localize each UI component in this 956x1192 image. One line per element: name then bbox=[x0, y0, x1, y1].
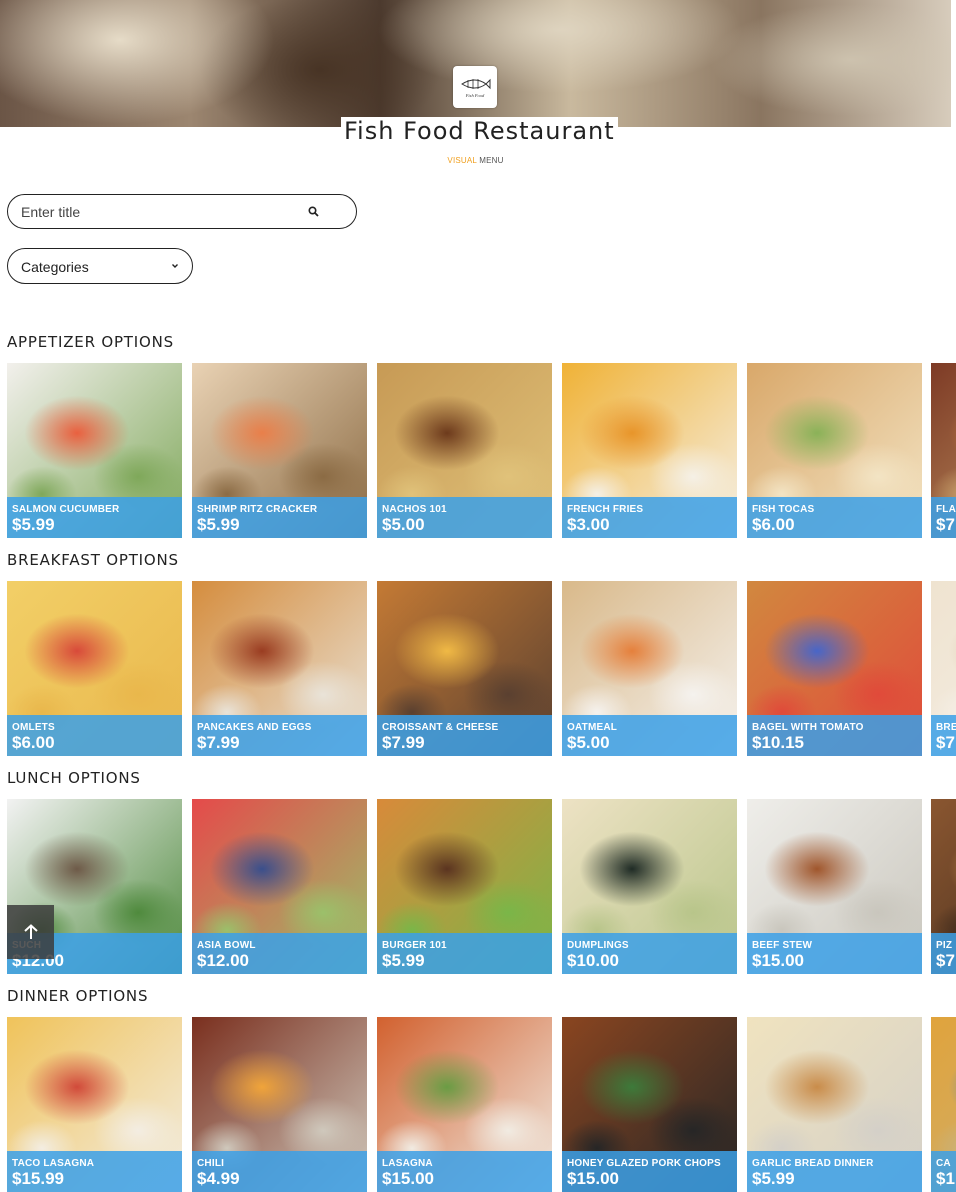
item-name: OMLETS bbox=[12, 722, 55, 733]
item-price: $15.00 bbox=[752, 951, 804, 970]
menu-item-card[interactable]: BURGER 101 $5.99 bbox=[377, 799, 552, 974]
item-name: FLA bbox=[936, 504, 956, 515]
search-icon[interactable] bbox=[307, 205, 321, 219]
menu-item-card[interactable]: SALMON CUCUMBER $5.99 bbox=[7, 363, 182, 538]
menu-item-card[interactable]: BEEF STEW $15.00 bbox=[747, 799, 922, 974]
item-name: LASAGNA bbox=[382, 1158, 433, 1169]
menu-item-card[interactable]: FRENCH FRIES $3.00 bbox=[562, 363, 737, 538]
menu-item-card[interactable]: LASAGNA $15.00 bbox=[377, 1017, 552, 1192]
item-price: $5.99 bbox=[12, 515, 55, 534]
item-price: $5.99 bbox=[382, 951, 425, 970]
page-subtitle: VISUAL MENU bbox=[0, 156, 951, 165]
menu-item-card[interactable]: ASIA BOWL $12.00 bbox=[192, 799, 367, 974]
menu-item-card[interactable]: PANCAKES AND EGGS $7.99 bbox=[192, 581, 367, 756]
menu-row: SALMON CUCUMBER $5.99 SHRIMP RITZ CRACKER $… bbox=[7, 363, 956, 538]
item-name: ASIA BOWL bbox=[197, 940, 256, 951]
item-price: $4.99 bbox=[197, 1169, 240, 1188]
item-name: GARLIC BREAD DINNER bbox=[752, 1158, 874, 1169]
menu-item-card[interactable]: CHILI $4.99 bbox=[192, 1017, 367, 1192]
item-name: PIZ bbox=[936, 940, 953, 951]
fish-logo-icon: Fish Food bbox=[461, 78, 491, 98]
item-price: $5.00 bbox=[567, 733, 610, 752]
menu-item-card[interactable]: NACHOS 101 $5.00 bbox=[377, 363, 552, 538]
item-name: CROISSANT & CHEESE bbox=[382, 722, 499, 733]
item-price: $5.99 bbox=[197, 515, 240, 534]
menu-item-card[interactable]: CA $1 bbox=[931, 1017, 956, 1192]
restaurant-logo[interactable]: Fish Food bbox=[453, 66, 497, 108]
item-name: CHILI bbox=[197, 1158, 225, 1169]
item-name: BEEF STEW bbox=[752, 940, 813, 951]
item-price: $10.15 bbox=[752, 733, 804, 752]
scroll-to-top-button[interactable] bbox=[7, 905, 54, 959]
item-name: DUMPLINGS bbox=[567, 940, 629, 951]
item-price: $7.99 bbox=[382, 733, 425, 752]
item-price: $5.99 bbox=[752, 1169, 795, 1188]
page-title: Fish Food Restaurant bbox=[341, 117, 618, 145]
item-price: $15.99 bbox=[12, 1169, 64, 1188]
menu-item-card[interactable]: OATMEAL $5.00 bbox=[562, 581, 737, 756]
item-price: $3.00 bbox=[567, 515, 610, 534]
chevron-down-icon bbox=[172, 264, 178, 268]
arrow-up-icon bbox=[23, 924, 38, 939]
categories-selected: Categories bbox=[21, 259, 89, 275]
section-title: DINNER OPTIONS bbox=[7, 987, 149, 1005]
item-price: $7 bbox=[936, 515, 955, 534]
item-price: $5.00 bbox=[382, 515, 425, 534]
item-name: BRE bbox=[936, 722, 956, 733]
item-name: NACHOS 101 bbox=[382, 504, 447, 515]
menu-item-card[interactable]: BAGEL WITH TOMATO $10.15 bbox=[747, 581, 922, 756]
menu-item-card[interactable]: OMLETS $6.00 bbox=[7, 581, 182, 756]
section-title: LUNCH OPTIONS bbox=[7, 769, 141, 787]
item-name: SHRIMP RITZ CRACKER bbox=[197, 504, 318, 515]
item-name: FISH TOCAS bbox=[752, 504, 815, 515]
item-name: SALMON CUCUMBER bbox=[12, 504, 120, 515]
item-price: $15.00 bbox=[382, 1169, 434, 1188]
menu-item-card[interactable]: FISH TOCAS $6.00 bbox=[747, 363, 922, 538]
item-name: BAGEL WITH TOMATO bbox=[752, 722, 864, 733]
search-input[interactable] bbox=[21, 203, 291, 221]
menu-item-card[interactable]: TACO LASAGNA $15.99 bbox=[7, 1017, 182, 1192]
item-name: CA bbox=[936, 1158, 951, 1169]
menu-row: TACO LASAGNA $15.99 CHILI $4.99 LASAGNA $15.0… bbox=[7, 1017, 956, 1192]
menu-item-card[interactable]: GARLIC BREAD DINNER $5.99 bbox=[747, 1017, 922, 1192]
section-title: APPETIZER OPTIONS bbox=[7, 333, 174, 351]
item-name: HONEY GLAZED PORK CHOPS bbox=[567, 1158, 721, 1169]
item-price: $15.00 bbox=[567, 1169, 619, 1188]
section-title: BREAKFAST OPTIONS bbox=[7, 551, 179, 569]
item-name: OATMEAL bbox=[567, 722, 618, 733]
search-box bbox=[7, 194, 357, 229]
menu-row: SUCH$12.00ASIA BOWL$12.00BURGER 101$5.99… bbox=[7, 799, 956, 974]
item-price: $10.00 bbox=[567, 951, 619, 970]
item-price: $6.00 bbox=[12, 733, 55, 752]
item-name: FRENCH FRIES bbox=[567, 504, 644, 515]
subtitle-accent: VISUAL bbox=[447, 156, 477, 165]
categories-dropdown[interactable]: Categories bbox=[7, 248, 193, 284]
item-name: TACO LASAGNA bbox=[12, 1158, 95, 1169]
item-price: $7 bbox=[936, 951, 955, 970]
item-name: BURGER 101 bbox=[382, 940, 447, 951]
item-price: $1 bbox=[936, 1169, 955, 1188]
item-price: $7.99 bbox=[197, 733, 240, 752]
menu-item-card[interactable]: PIZ $7 bbox=[931, 799, 956, 974]
item-name: PANCAKES AND EGGS bbox=[197, 722, 312, 733]
menu-item-card[interactable]: BRE $7 bbox=[931, 581, 956, 756]
menu-item-card[interactable]: SHRIMP RITZ CRACKER $5.99 bbox=[192, 363, 367, 538]
svg-text:Fish Food: Fish Food bbox=[465, 93, 485, 98]
item-price: $7 bbox=[936, 733, 955, 752]
item-price: $12.00 bbox=[197, 951, 249, 970]
menu-row: OMLETS $6.00 PANCAKES AND EGGS $7.99 CROISSA… bbox=[7, 581, 956, 756]
item-price: $6.00 bbox=[752, 515, 795, 534]
menu-item-card[interactable]: HONEY GLAZED PORK CHOPS $15.00 bbox=[562, 1017, 737, 1192]
menu-item-card[interactable]: CROISSANT & CHEESE $7.99 bbox=[377, 581, 552, 756]
menu-item-card[interactable]: DUMPLINGS $10.00 bbox=[562, 799, 737, 974]
menu-item-card[interactable]: FLA $7 bbox=[931, 363, 956, 538]
subtitle-rest: MENU bbox=[476, 156, 504, 165]
